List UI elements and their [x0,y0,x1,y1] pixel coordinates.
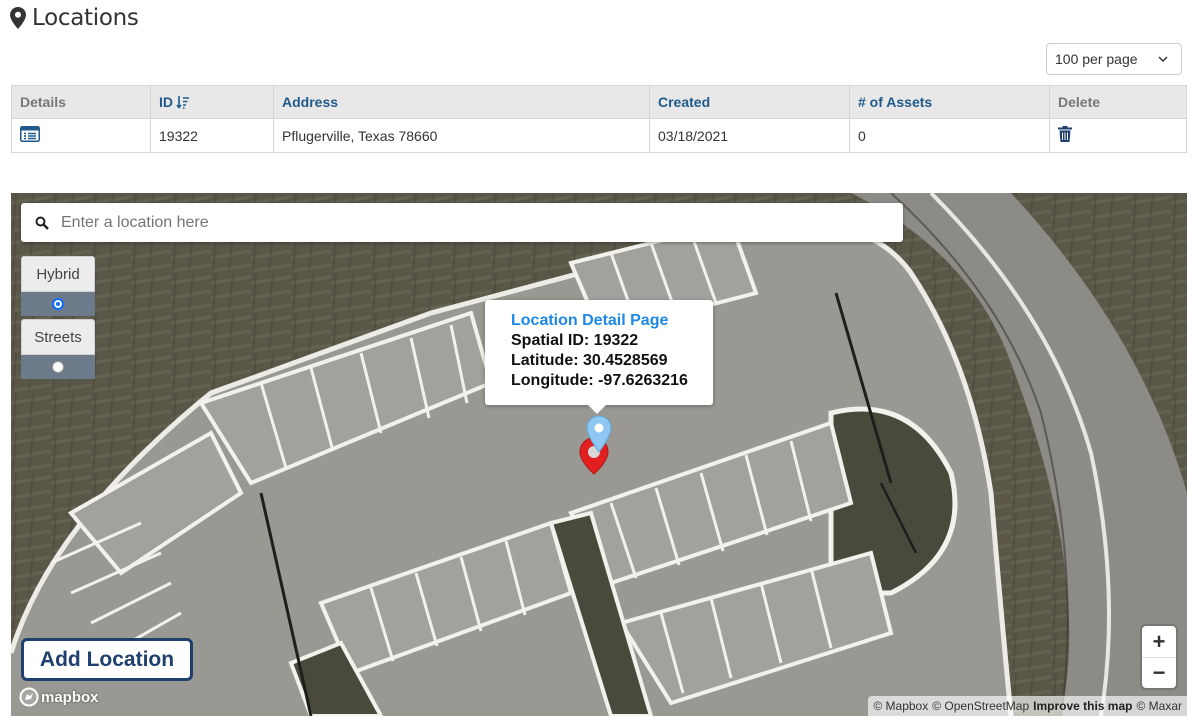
layer-streets-radio[interactable] [52,361,64,373]
mapbox-logo-text: mapbox [41,688,99,706]
layer-streets-button[interactable]: Streets [21,319,95,355]
details-button[interactable] [20,126,40,142]
popup-spatial-id: Spatial ID: 19322 [511,332,639,349]
improve-map-link[interactable]: Improve this map [1033,699,1132,713]
cell-details [11,118,151,153]
column-header-id[interactable]: ID [150,85,274,119]
column-header-created[interactable]: Created [649,85,850,119]
column-header-details: Details [11,85,151,119]
sort-descending-icon [176,96,189,109]
layer-option-streets[interactable]: Streets [21,319,95,379]
trash-icon [1058,126,1072,142]
column-header-id-label: ID [159,94,173,110]
map-canvas[interactable]: Hybrid Streets Location Detail Page Spat… [11,193,1187,716]
table-header-row: Details ID Address Created # of Assets D… [11,85,1187,119]
page-title: Locations [10,3,139,33]
cell-created: 03/18/2021 [649,118,850,153]
layer-hybrid-button[interactable]: Hybrid [21,256,95,292]
popup-longitude: Longitude: -97.6263216 [511,372,688,389]
mapbox-logo-icon [19,687,39,707]
layer-option-hybrid[interactable]: Hybrid [21,256,95,316]
layer-hybrid-radio[interactable] [52,298,64,310]
per-page-value: 100 per page [1055,51,1138,67]
blue-location-marker-icon[interactable] [586,415,612,453]
location-detail-link[interactable]: Location Detail Page [511,311,713,331]
popup-latitude: Latitude: 30.4528569 [511,352,668,369]
add-location-button[interactable]: Add Location [21,638,193,681]
search-icon [35,216,49,230]
mapbox-logo[interactable]: mapbox [19,687,99,707]
locations-table: Details ID Address Created # of Assets D… [11,85,1187,153]
column-header-delete: Delete [1049,85,1187,119]
list-details-icon [20,126,40,142]
column-header-assets[interactable]: # of Assets [849,85,1050,119]
layer-hybrid-radio-row [21,292,95,316]
zoom-out-button[interactable]: − [1142,657,1176,688]
attribution-maxar-link[interactable]: © Maxar [1136,699,1182,713]
column-header-address[interactable]: Address [273,85,650,119]
cell-delete [1049,118,1187,153]
cell-id: 19322 [150,118,274,153]
location-search-box [21,203,903,242]
per-page-select[interactable]: 100 per page [1046,43,1182,75]
table-row: 19322 Pflugerville, Texas 78660 03/18/20… [11,118,1187,153]
zoom-control: + − [1142,626,1176,688]
attribution-mapbox-link[interactable]: © Mapbox [873,699,928,713]
map-attribution: © Mapbox © OpenStreetMap Improve this ma… [868,696,1187,716]
delete-button[interactable] [1058,126,1072,142]
cell-address: Pflugerville, Texas 78660 [273,118,650,153]
location-search-input[interactable] [21,203,903,242]
chevron-down-icon [1158,56,1168,63]
layer-streets-radio-row [21,355,95,379]
cell-assets: 0 [849,118,1050,153]
zoom-in-button[interactable]: + [1142,626,1176,657]
attribution-osm-link[interactable]: © OpenStreetMap [932,699,1029,713]
map-marker-icon [10,7,26,29]
page-title-text: Locations [32,5,139,31]
location-popup: Location Detail Page Spatial ID: 19322 L… [485,300,713,414]
